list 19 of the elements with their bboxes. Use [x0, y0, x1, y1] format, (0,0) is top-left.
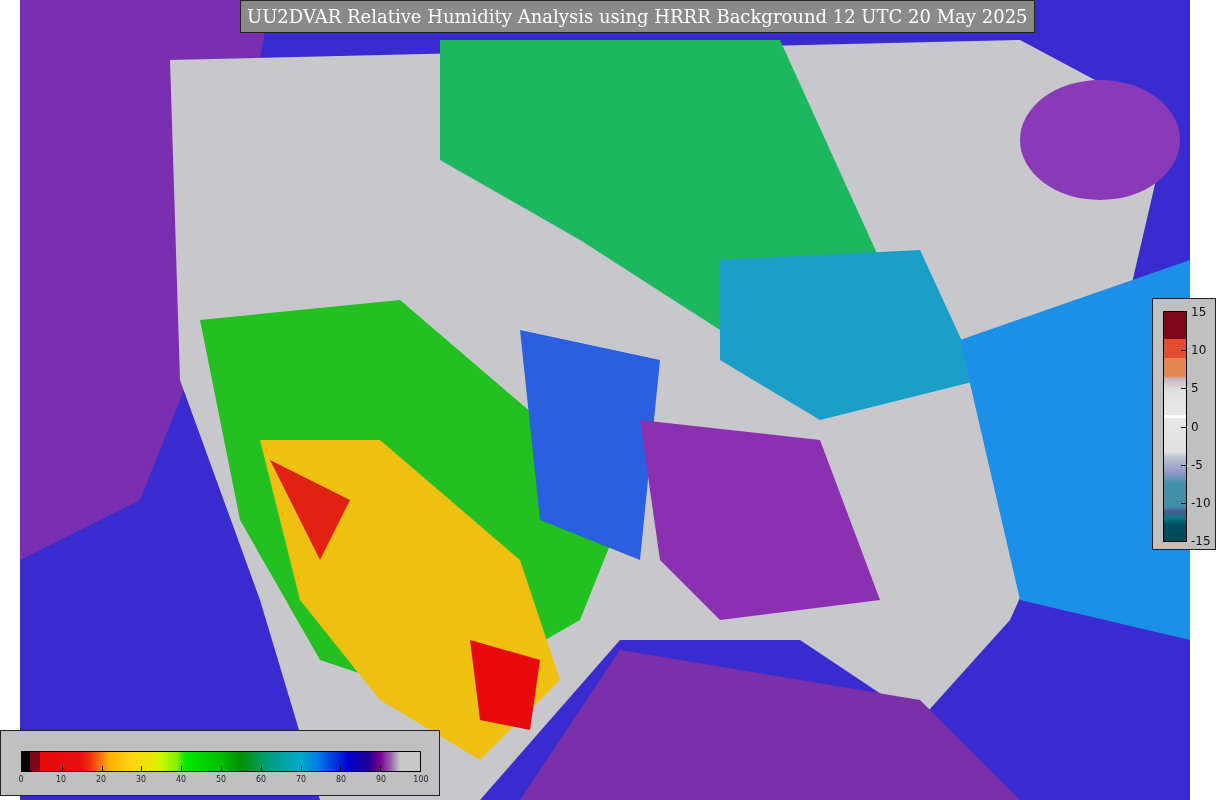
tick-label: 0	[18, 775, 24, 784]
tick-label: 5	[1191, 381, 1199, 396]
tick-label: -10	[1191, 495, 1211, 510]
tick-label: 60	[255, 775, 267, 784]
tick-label: 10	[1191, 343, 1207, 358]
tick-label: -5	[1191, 457, 1203, 472]
map-title: UU2DVAR Relative Humidity Analysis using HRRR Background 12 UTC 20 May 2025	[240, 0, 1035, 33]
tick-label: 90	[375, 775, 387, 784]
tick-label: 50	[215, 775, 227, 784]
tick-label: 100	[413, 775, 429, 784]
tick-label: 70	[295, 775, 307, 784]
tick-label: 10	[55, 775, 67, 784]
tick-label: -15	[1191, 534, 1211, 548]
tick-label: 40	[175, 775, 187, 784]
tick-label: 0	[1191, 419, 1199, 434]
tick-label: 30	[135, 775, 147, 784]
tick-label: 20	[95, 775, 107, 784]
tick-label: 80	[335, 775, 347, 784]
tick-label: 15	[1191, 305, 1207, 319]
